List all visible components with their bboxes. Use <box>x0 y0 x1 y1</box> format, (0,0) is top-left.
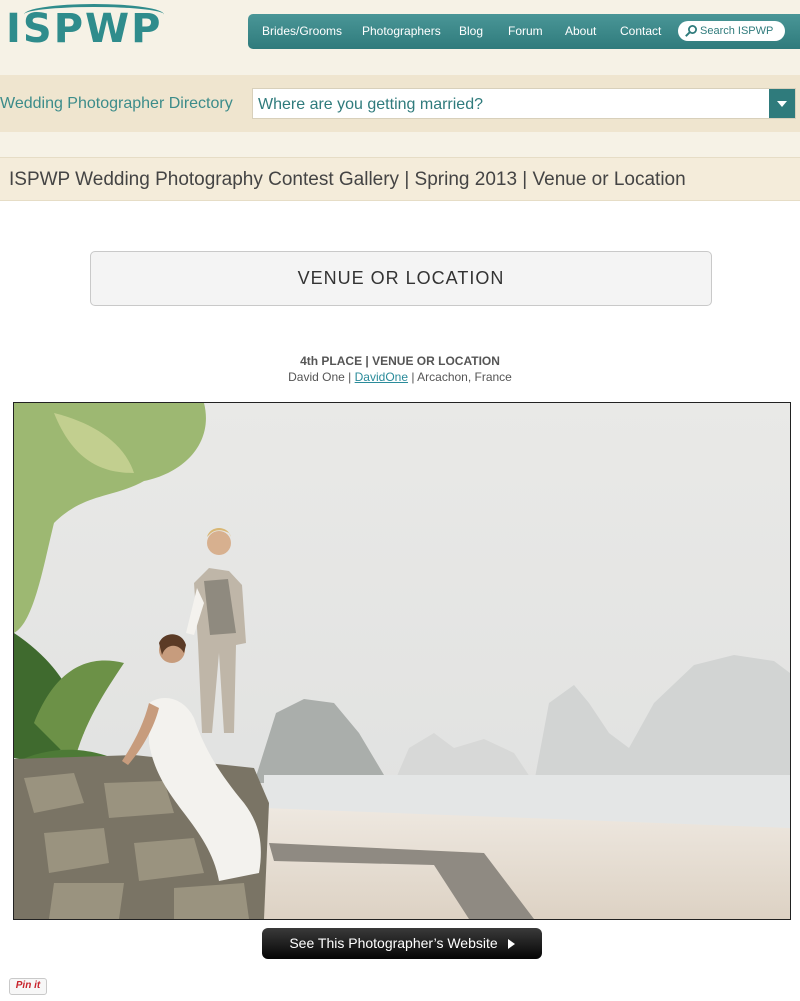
photographer-website-button[interactable]: See This Photographer’s Website <box>262 928 542 959</box>
play-arrow-icon <box>507 939 515 950</box>
dropdown-button[interactable] <box>769 89 795 118</box>
nav-forum[interactable]: Forum <box>508 24 543 38</box>
nav-about[interactable]: About <box>565 24 596 38</box>
search-input[interactable]: Search ISPWP <box>678 21 785 41</box>
page-title: ISPWP Wedding Photography Contest Galler… <box>9 169 686 190</box>
search-placeholder: Search ISPWP <box>700 25 774 37</box>
contest-photo-image <box>14 403 790 919</box>
main-navigation: Brides/Grooms Photographers Blog Forum A… <box>248 14 800 49</box>
chevron-down-icon <box>777 101 787 107</box>
search-icon <box>685 25 697 37</box>
location-select-value: Where are you getting married? <box>258 96 483 113</box>
nav-brides-grooms[interactable]: Brides/Grooms <box>262 24 342 38</box>
gallery-panel: ISPWP Wedding Photography Contest Galler… <box>0 157 800 1001</box>
category-heading: VENUE OR LOCATION <box>90 251 712 306</box>
photo-location: Arcachon, France <box>417 370 512 384</box>
gallery-header: ISPWP Wedding Photography Contest Galler… <box>0 158 800 201</box>
nav-photographers[interactable]: Photographers <box>362 24 441 38</box>
nav-blog[interactable]: Blog <box>459 24 483 38</box>
award-place: 4th PLACE | VENUE OR LOCATION <box>300 354 500 368</box>
pin-it-button[interactable]: Pin it <box>9 978 47 995</box>
photographer-name: David One <box>288 370 345 384</box>
photographer-website-label: See This Photographer’s Website <box>289 935 498 951</box>
contest-photo[interactable] <box>13 402 791 920</box>
location-select[interactable]: Where are you getting married? <box>252 88 796 119</box>
directory-bar: Wedding Photographer Directory Where are… <box>0 75 800 132</box>
photographer-link[interactable]: DavidOne <box>355 370 408 384</box>
category-label: VENUE OR LOCATION <box>297 268 505 288</box>
site-logo[interactable]: ISPWP <box>6 4 164 52</box>
photo-credit: David One | DavidOne | Arcachon, France <box>288 370 512 384</box>
logo-arc <box>24 4 164 25</box>
directory-label: Wedding Photographer Directory <box>0 95 233 112</box>
nav-contact[interactable]: Contact <box>620 24 661 38</box>
